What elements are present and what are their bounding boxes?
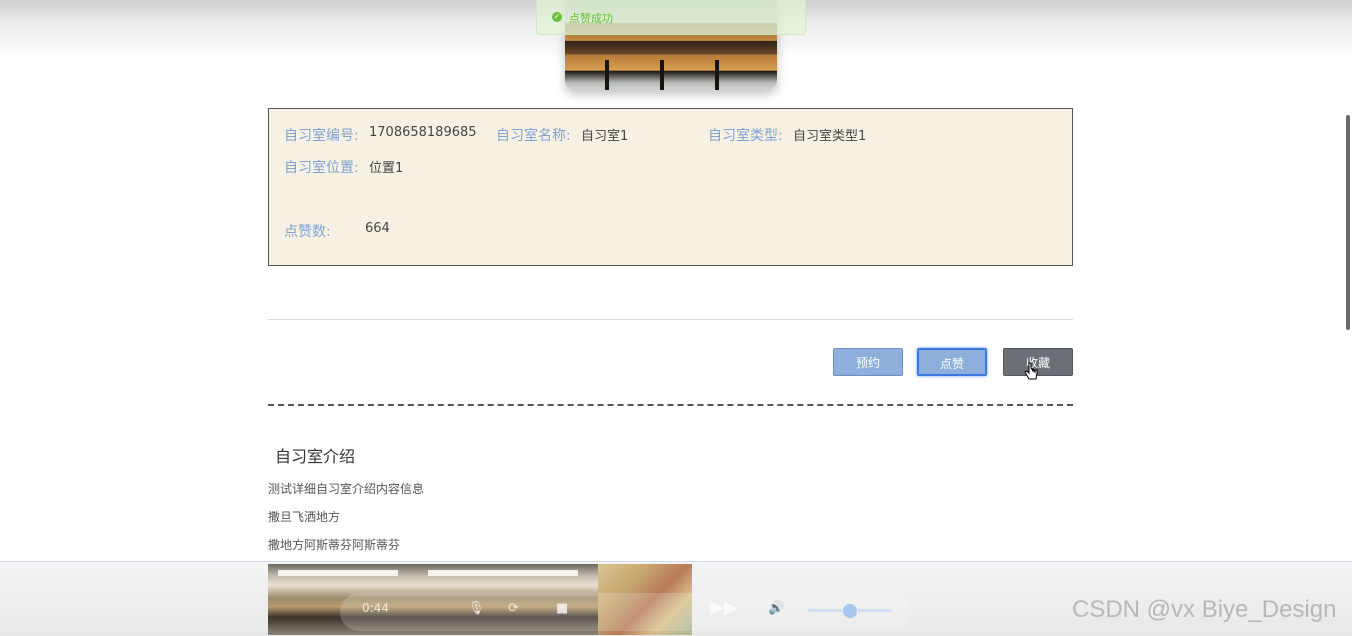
- page-scrollbar[interactable]: [1346, 115, 1350, 330]
- room-number-value: 1708658189685: [369, 125, 477, 140]
- desk-leg: [605, 60, 609, 90]
- room-number-label: 自习室编号:: [284, 128, 359, 144]
- intro-line: 撒地方阿斯蒂芬阿斯蒂芬: [268, 538, 401, 552]
- like-count-value: 664: [365, 221, 390, 236]
- intro-title: 自习室介绍: [275, 447, 356, 466]
- room-type-label: 自习室类型:: [708, 128, 783, 144]
- volume-slider-handle[interactable]: [842, 603, 858, 619]
- video-player-controls: 0:44 🎙 ⟳ ■ ▶▶ 🔊: [340, 593, 912, 631]
- room-type-value: 自习室类型1: [793, 129, 867, 144]
- room-location-value: 位置1: [369, 161, 404, 176]
- success-check-icon: ✓: [552, 12, 562, 22]
- reload-icon[interactable]: ⟳: [508, 601, 519, 616]
- like-count-label: 点赞数:: [284, 224, 331, 240]
- section-divider: [268, 319, 1073, 320]
- desk-leg: [715, 60, 719, 90]
- room-name-value: 自习室1: [581, 129, 629, 144]
- room-name-label: 自习室名称:: [496, 128, 571, 144]
- volume-icon[interactable]: 🔊: [768, 601, 784, 616]
- desk-leg: [660, 60, 664, 90]
- intro-line: 测试详细自习室介绍内容信息: [268, 482, 425, 496]
- room-info-panel: 自习室编号: 1708658189685 自习室名称: 自习室1 自习室类型: …: [268, 108, 1073, 266]
- stop-icon[interactable]: ■: [556, 601, 568, 616]
- player-time: 0:44: [362, 601, 389, 615]
- room-location-label: 自习室位置:: [284, 160, 359, 176]
- fast-forward-icon[interactable]: ▶▶: [710, 597, 738, 618]
- ceiling-light: [428, 570, 578, 576]
- mic-icon[interactable]: 🎙: [468, 601, 485, 616]
- dashed-separator: [268, 404, 1073, 406]
- success-toast: ✓ 点赞成功: [536, 0, 806, 35]
- hand-cursor-icon: [1024, 362, 1038, 380]
- ceiling-light: [278, 570, 398, 576]
- toast-message: 点赞成功: [569, 12, 613, 25]
- watermark: CSDN @vx Biye_Design: [1072, 596, 1337, 623]
- intro-line: 撒旦飞洒地方: [268, 510, 341, 524]
- reserve-button[interactable]: 预约: [833, 348, 903, 376]
- like-button[interactable]: 点赞: [917, 348, 987, 376]
- favorite-button[interactable]: 收藏: [1003, 348, 1073, 376]
